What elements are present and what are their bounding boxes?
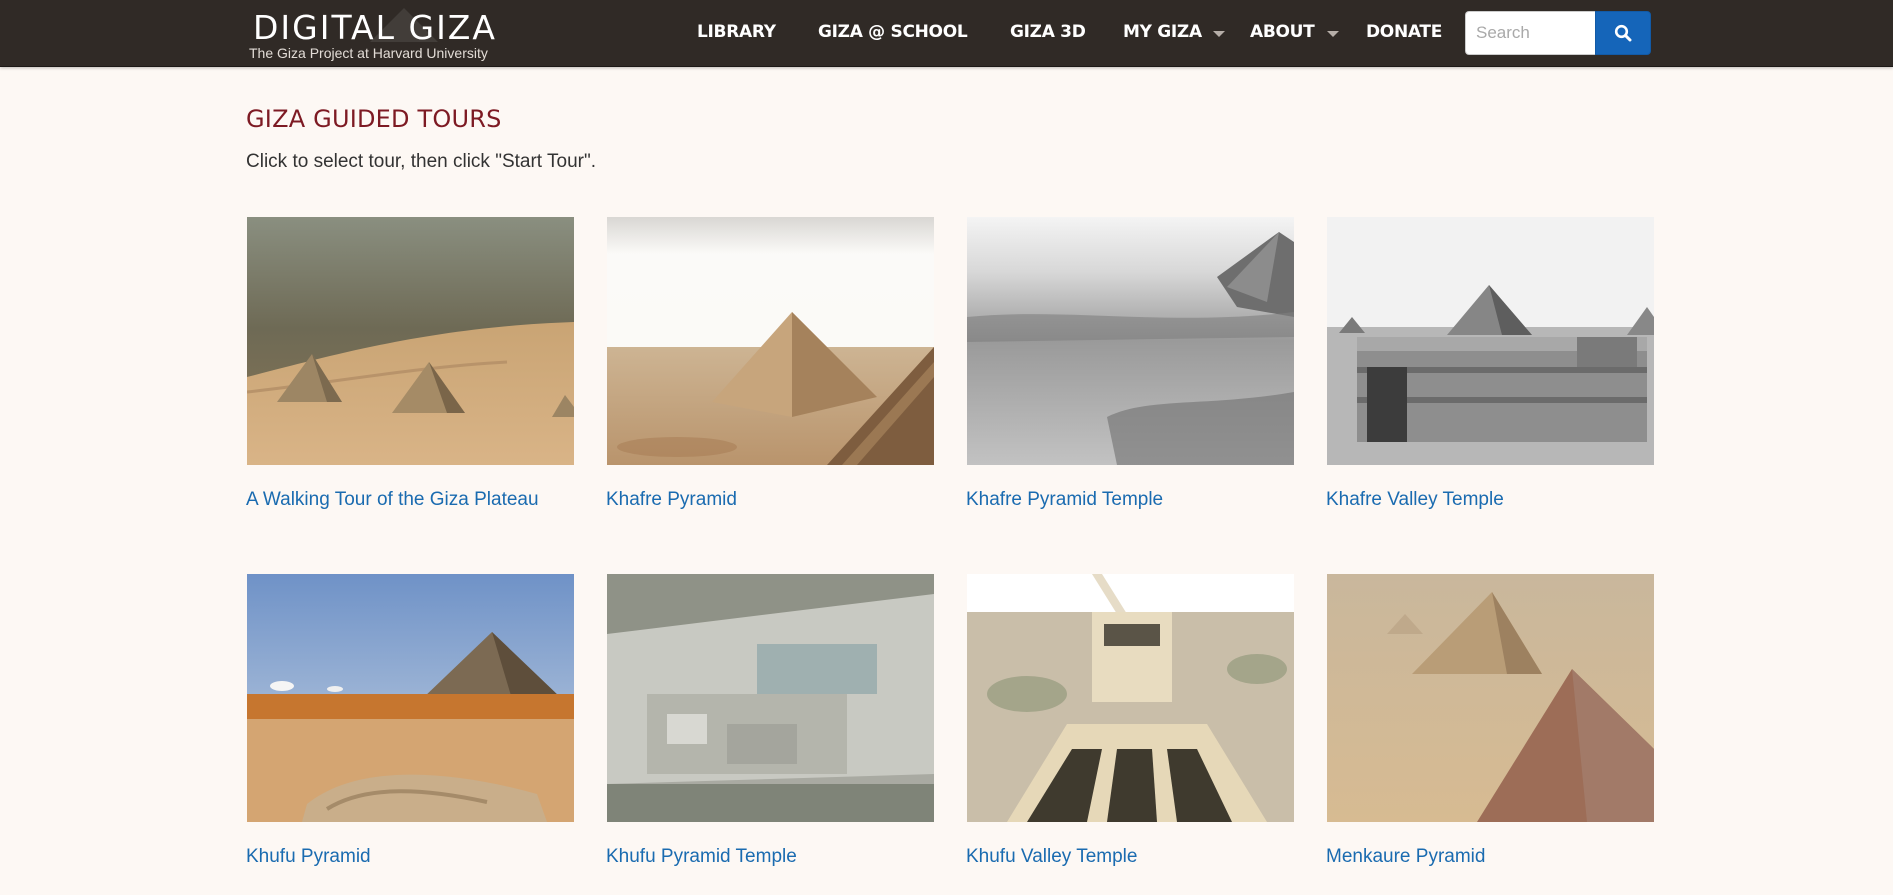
logo-title: DIGITAL GIZA <box>253 8 497 47</box>
tour-link-khufu-pyramid[interactable]: Khufu Pyramid <box>246 846 371 868</box>
search-icon <box>1614 24 1632 42</box>
tour-link-khafre-valley-temple[interactable]: Khafre Valley Temple <box>1326 489 1504 511</box>
tour-link-khafre-pyramid-temple[interactable]: Khafre Pyramid Temple <box>966 489 1163 511</box>
instructions-text: Click to select tour, then click "Start … <box>246 151 596 172</box>
tour-thumbnail-khufu-pyramid-temple[interactable] <box>607 574 934 822</box>
nav-donate[interactable]: DONATE <box>1366 21 1442 43</box>
tour-thumbnail-walking-tour[interactable] <box>247 217 574 465</box>
logo-subtitle: The Giza Project at Harvard University <box>249 45 488 61</box>
tour-link-khufu-valley-temple[interactable]: Khufu Valley Temple <box>966 846 1137 868</box>
search-button[interactable] <box>1595 11 1651 55</box>
tour-link-walking-tour[interactable]: A Walking Tour of the Giza Plateau <box>246 489 539 511</box>
aerial-photo-image <box>247 217 574 465</box>
tour-link-khafre-pyramid[interactable]: Khafre Pyramid <box>606 489 737 511</box>
nav-giza-at-school[interactable]: GIZA @ SCHOOL <box>818 21 968 43</box>
chevron-down-icon[interactable] <box>1327 31 1339 37</box>
menkaure-pyramid-render-image <box>1327 574 1654 822</box>
temple-ruins-aerial-image <box>607 574 934 822</box>
tour-thumbnail-khufu-valley-temple[interactable] <box>967 574 1294 822</box>
khafre-pyramid-render-image <box>607 217 934 465</box>
desert-bw-photo-image <box>967 217 1294 465</box>
nav-about[interactable]: ABOUT <box>1250 21 1315 43</box>
page-title: GIZA GUIDED TOURS <box>246 105 502 133</box>
khufu-pyramid-photo-image <box>247 574 574 822</box>
valley-temple-bw-photo-image <box>1327 217 1654 465</box>
top-navbar: DIGITAL GIZA The Giza Project at Harvard… <box>0 0 1893 67</box>
nav-giza-3d[interactable]: GIZA 3D <box>1010 21 1086 43</box>
tour-thumbnail-menkaure-pyramid[interactable] <box>1327 574 1654 822</box>
valley-temple-render-image <box>967 574 1294 822</box>
tour-thumbnail-khafre-valley-temple[interactable] <box>1327 217 1654 465</box>
chevron-down-icon[interactable] <box>1213 31 1225 37</box>
tour-thumbnail-khafre-pyramid-temple[interactable] <box>967 217 1294 465</box>
search-input[interactable] <box>1465 11 1595 55</box>
tour-thumbnail-khufu-pyramid[interactable] <box>247 574 574 822</box>
digital-giza-logo[interactable]: DIGITAL GIZA The Giza Project at Harvard… <box>247 8 527 64</box>
tour-link-menkaure-pyramid[interactable]: Menkaure Pyramid <box>1326 846 1485 868</box>
tour-thumbnail-khafre-pyramid[interactable] <box>607 217 934 465</box>
nav-library[interactable]: LIBRARY <box>697 21 776 43</box>
nav-my-giza[interactable]: MY GIZA <box>1123 21 1202 43</box>
tour-link-khufu-pyramid-temple[interactable]: Khufu Pyramid Temple <box>606 846 797 868</box>
